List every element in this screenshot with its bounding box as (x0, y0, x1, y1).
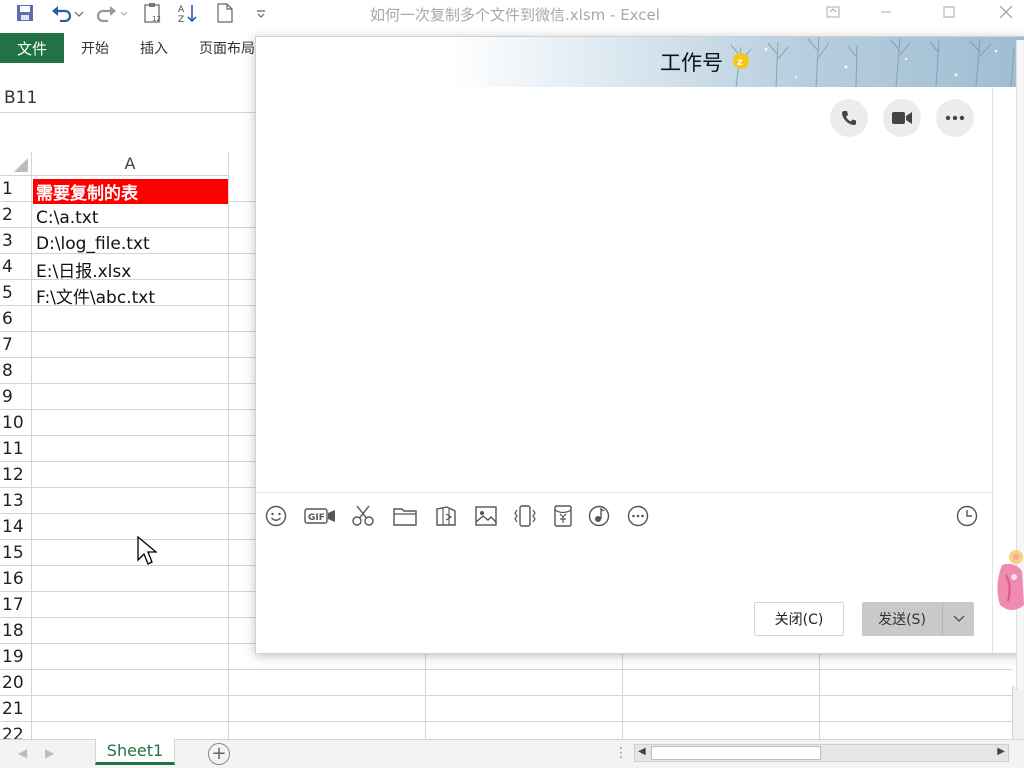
row-header-15[interactable]: 15 (0, 540, 32, 566)
redo-icon[interactable] (94, 2, 128, 24)
horizontal-scroll-thumb[interactable] (651, 746, 821, 760)
new-document-icon[interactable] (214, 2, 236, 24)
history-icon[interactable] (954, 503, 980, 529)
name-box[interactable]: B11 (4, 88, 37, 108)
gif-icon[interactable]: GIF (303, 503, 337, 529)
desktop: 12 AZ 如何一次复制多个文件到微信.xlsm - Excel 文件 开始 插… (0, 0, 1024, 768)
row-header-9[interactable]: 9 (0, 384, 32, 410)
row-header-21[interactable]: 21 (0, 696, 32, 722)
column-header-a[interactable]: A (32, 152, 229, 176)
sheet-tab-sheet1[interactable]: Sheet1 (95, 739, 175, 765)
row-header-10[interactable]: 10 (0, 410, 32, 436)
sort-az-icon[interactable]: AZ (176, 2, 200, 24)
row-header-11[interactable]: 11 (0, 436, 32, 462)
customize-toolbar-icon[interactable] (254, 2, 268, 24)
row-header-1[interactable]: 1 (0, 176, 32, 202)
close-chat-button[interactable]: 关闭(C) (754, 602, 844, 636)
music-icon[interactable] (586, 503, 612, 529)
column-divider (228, 176, 229, 740)
shake-icon[interactable] (512, 503, 538, 529)
send-button[interactable]: 发送(S) (862, 602, 942, 636)
minimize-icon[interactable] (871, 1, 901, 23)
svg-text:A: A (178, 5, 185, 15)
svg-text:z: z (737, 57, 743, 68)
row-header-8[interactable]: 8 (0, 358, 32, 384)
tab-insert[interactable]: 插入 (140, 38, 168, 58)
ribbon-display-icon[interactable] (818, 1, 848, 23)
winter-trees-background (730, 37, 1015, 87)
row-header-19[interactable]: 19 (0, 644, 32, 670)
close-window-icon[interactable] (991, 1, 1021, 23)
chevron-down-icon (953, 615, 964, 622)
formula-bar-divider (0, 112, 256, 113)
folder-icon[interactable] (392, 503, 418, 529)
scroll-right-icon[interactable]: ▶ (997, 746, 1005, 757)
video-call-icon[interactable] (883, 99, 921, 137)
ribbon-tabs: 文件 开始 插入 页面布局 (0, 33, 260, 63)
cell-a3[interactable]: D:\log_file.txt (33, 231, 228, 256)
cell-a1[interactable]: 需要复制的表 (33, 179, 228, 204)
add-sheet-icon[interactable]: + (208, 743, 230, 765)
cartoon-character-image (997, 550, 1024, 610)
select-all-corner[interactable] (0, 152, 32, 176)
prev-sheet-icon[interactable]: ◀ (18, 746, 27, 760)
row-header-2[interactable]: 2 (0, 202, 32, 228)
cell-a4[interactable]: E:\日报.xlsx (33, 257, 228, 282)
red-packet-icon[interactable] (550, 503, 576, 529)
more-options-icon[interactable] (625, 503, 651, 529)
row-header-6[interactable]: 6 (0, 306, 32, 332)
paste-icon[interactable]: 12 (141, 2, 165, 24)
cell-a2[interactable]: C:\a.txt (33, 205, 228, 230)
send-options-button[interactable] (942, 602, 974, 636)
scroll-left-icon[interactable]: ◀ (638, 746, 646, 757)
row-header-17[interactable]: 17 (0, 592, 32, 618)
vertical-scrollbar[interactable] (1012, 686, 1024, 739)
row-header-13[interactable]: 13 (0, 488, 32, 514)
row-header-20[interactable]: 20 (0, 670, 32, 696)
row-header-16[interactable]: 16 (0, 566, 32, 592)
row-header-4[interactable]: 4 (0, 254, 32, 280)
grid-row-line (32, 670, 1012, 696)
row-header-5[interactable]: 5 (0, 280, 32, 306)
row-header-12[interactable]: 12 (0, 462, 32, 488)
undo-icon[interactable] (50, 2, 84, 24)
row-header-14[interactable]: 14 (0, 514, 32, 540)
sheet-tab-bar: ◀ ▶ Sheet1 + ⋮ ◀ ▶ (0, 739, 1024, 768)
grid-row-line (32, 696, 1012, 722)
mouse-cursor-icon (137, 536, 157, 565)
chat-header: 工作号 z (256, 37, 1024, 87)
image-icon[interactable] (473, 503, 499, 529)
tab-file[interactable]: 文件 (0, 33, 64, 63)
screenshot-icon[interactable] (350, 503, 376, 529)
tab-home[interactable]: 开始 (81, 38, 109, 58)
phone-icon[interactable] (830, 99, 868, 137)
emoji-icon[interactable] (263, 503, 289, 529)
split-handle-icon[interactable]: ⋮ (614, 745, 628, 761)
tab-page-layout[interactable]: 页面布局 (199, 38, 257, 58)
row-header-7[interactable]: 7 (0, 332, 32, 358)
cell-a5[interactable]: F:\文件\abc.txt (33, 283, 228, 308)
chat-contact-name: 工作号 (660, 51, 723, 75)
horizontal-scrollbar[interactable]: ◀ ▶ (634, 744, 1009, 762)
row-header-3[interactable]: 3 (0, 228, 32, 254)
svg-text:GIF: GIF (308, 513, 325, 523)
excel-title-bar: 12 AZ 如何一次复制多个文件到微信.xlsm - Excel (0, 0, 1024, 26)
save-icon[interactable] (14, 2, 36, 24)
input-area-divider (256, 492, 992, 493)
wechat-chat-window: 工作号 z GIF 关闭(C) 发送(S) (255, 36, 1024, 654)
window-title: 如何一次复制多个文件到微信.xlsm - Excel (370, 6, 660, 24)
status-badge-icon: z (733, 53, 749, 69)
next-sheet-icon[interactable]: ▶ (45, 746, 54, 760)
svg-text:12: 12 (152, 15, 161, 23)
row-header-18[interactable]: 18 (0, 618, 32, 644)
svg-text:Z: Z (178, 15, 184, 24)
more-icon[interactable] (936, 99, 974, 137)
maximize-icon[interactable] (934, 1, 964, 23)
file-send-icon[interactable] (433, 503, 459, 529)
